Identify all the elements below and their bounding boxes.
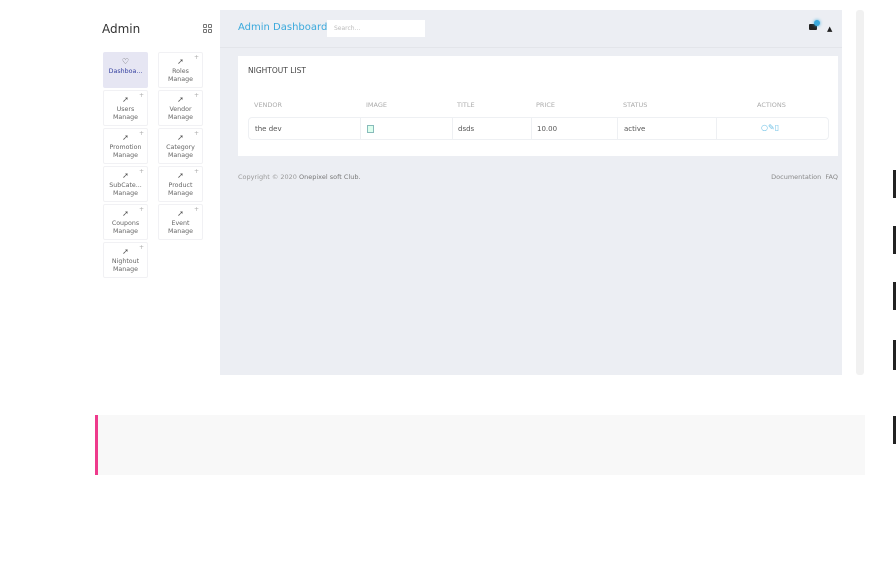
title-cell: dsds [458,125,475,133]
search-input[interactable] [327,20,425,37]
card-title: NIGHTOUT LIST [248,66,306,75]
broken-image-icon [367,125,374,133]
sidebar-item-roles[interactable]: ➚ Roles Manage + [158,52,203,88]
column-header-image: IMAGE [366,101,388,109]
plus-icon[interactable]: + [139,92,144,100]
copyright: Copyright © 2020 Onepixel soft Club. [238,173,361,181]
sidebar-item-sublabel: Manage [167,190,193,197]
sidebar-item-label: Product [168,182,193,189]
sidebar-item-nightout[interactable]: ➚ Nightout Manage + [103,242,148,278]
sidebar-item-users[interactable]: ➚ Users Manage + [103,90,148,126]
sidebar-item-sublabel: Manage [112,152,138,159]
sidebar-item-sublabel: Manage [112,190,138,197]
main-content: Admin Dashboard ▲ NIGHTOUT LIST VENDOR I… [220,10,842,375]
sidebar-item-product[interactable]: ➚ Product Manage + [158,166,203,202]
plus-icon[interactable]: + [194,54,199,62]
documentation-link[interactable]: Documentation [771,173,821,181]
sidebar-item-label: Nightout [111,258,140,265]
price-cell: 10.00 [537,125,558,133]
table-row: the dev dsds 10.00 active ○✎▯ [248,117,829,140]
tag-icon: ♡ [121,57,130,66]
company-link[interactable]: Onepixel soft Club. [299,173,361,181]
sidebar-item-subcate[interactable]: ➚ SubCate... Manage + [103,166,148,202]
sidebar-item-coupons[interactable]: ➚ Coupons Manage + [103,204,148,240]
sidebar-item-label: Coupons [111,220,140,227]
column-header-status: STATUS [623,101,648,109]
column-header-title: TITLE [457,101,475,109]
plus-icon[interactable]: + [139,130,144,138]
delete-icon[interactable]: ▯ [775,123,779,132]
scrollbar[interactable] [856,10,864,375]
nightout-list-card: NIGHTOUT LIST VENDOR IMAGE TITLE PRICE S… [238,56,838,156]
sidebar-item-label: Dashboa... [108,68,143,75]
vendor-cell: the dev [255,125,282,133]
plus-icon[interactable]: + [139,168,144,176]
sidebar: Admin ♡ Dashboa... ➚ Roles Manage + ➚ Users Mana… [95,10,220,375]
sidebar-item-label: Category [166,144,195,151]
footer-links: Documentation FAQ [771,173,838,181]
sidebar-item-sublabel: Manage [112,266,138,273]
brand-title: Admin [102,22,141,36]
sidebar-item-dashboa[interactable]: ♡ Dashboa... [103,52,148,88]
column-header-actions: ACTIONS [757,101,786,109]
sidebar-item-promotion[interactable]: ➚ Promotion Manage + [103,128,148,164]
sidebar-item-sublabel: Manage [167,228,193,235]
highlight-block [95,415,865,475]
copyright-text: Copyright © 2020 [238,173,297,181]
divider [220,47,842,48]
faq-link[interactable]: FAQ [825,173,838,181]
sidebar-item-label: Users [116,106,135,113]
column-header-price: PRICE [536,101,555,109]
sidebar-item-event[interactable]: ➚ Event Manage + [158,204,203,240]
edit-icon[interactable]: ✎ [768,123,775,132]
sidebar-item-label: SubCate... [109,182,142,189]
plus-icon[interactable]: + [194,92,199,100]
plus-icon[interactable]: + [139,206,144,214]
plus-icon[interactable]: + [139,244,144,252]
sidebar-item-label: Promotion [109,144,142,151]
sidebar-item-vendor[interactable]: ➚ Vendor Manage + [158,90,203,126]
sidebar-item-sublabel: Manage [167,152,193,159]
plus-icon[interactable]: + [194,130,199,138]
page-title[interactable]: Admin Dashboard [238,22,327,33]
sidebar-item-sublabel: Manage [167,76,193,83]
sidebar-item-category[interactable]: ➚ Category Manage + [158,128,203,164]
user-icon[interactable]: ▲ [827,25,832,33]
sidebar-item-label: Vendor [169,106,192,113]
plus-icon[interactable]: + [194,168,199,176]
column-header-vendor: VENDOR [254,101,283,109]
plus-icon[interactable]: + [194,206,199,214]
sidebar-item-label: Roles [172,68,189,75]
status-cell: active [624,125,646,133]
grid-menu-icon[interactable] [203,24,212,33]
sidebar-item-sublabel: Manage [112,114,138,121]
notification-badge [814,20,820,26]
sidebar-item-sublabel: Manage [112,228,138,235]
sidebar-item-sublabel: Manage [167,114,193,121]
sidebar-item-label: Event [171,220,190,227]
lock-icon[interactable]: ○ [761,123,768,132]
